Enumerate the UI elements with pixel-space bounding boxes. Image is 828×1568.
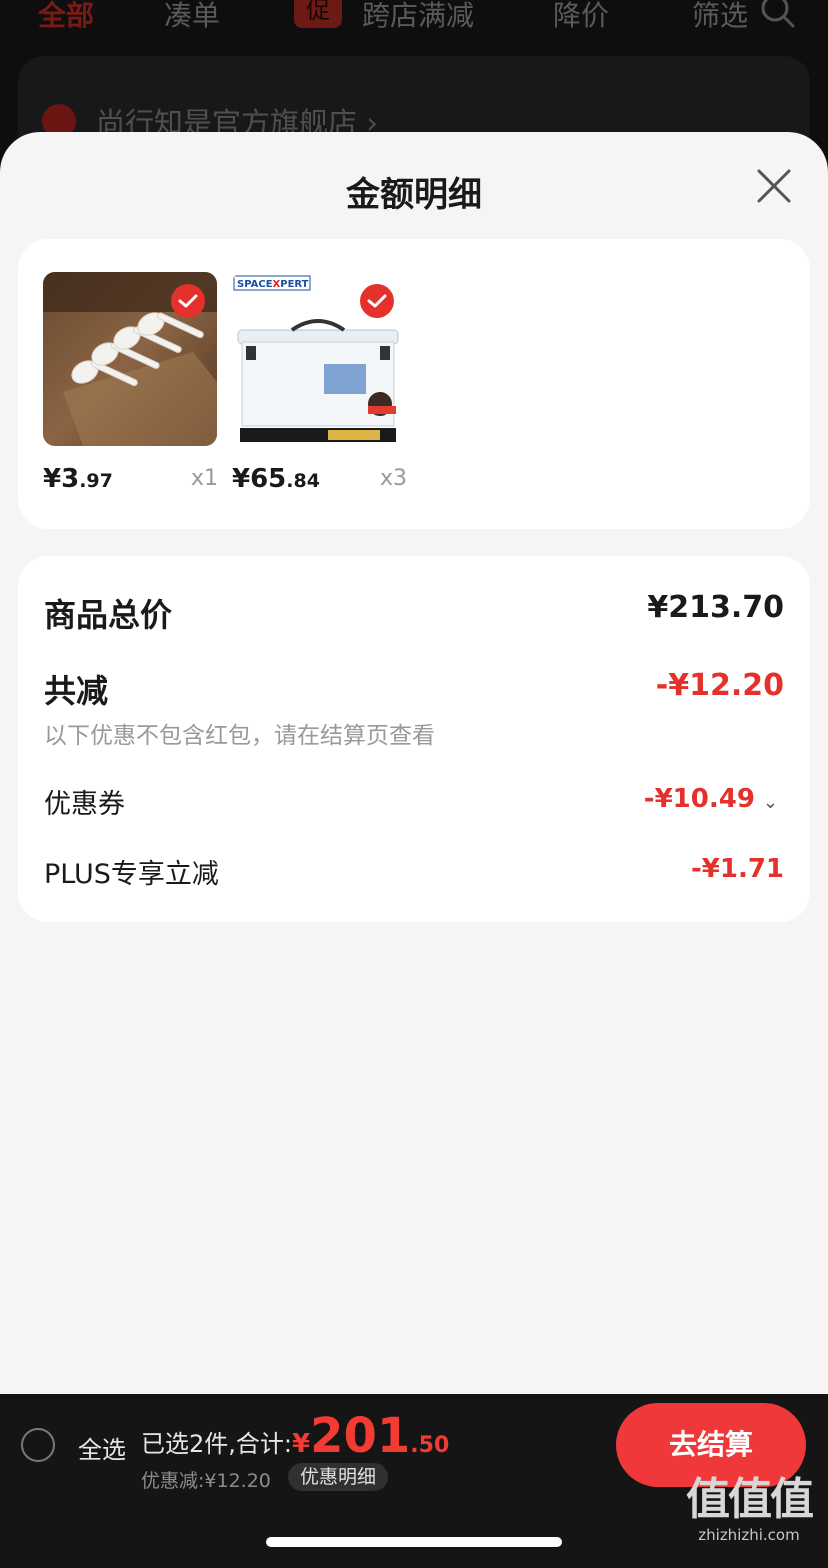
checkout-bar: 全选 已选2件,合计:¥201.50 优惠减:¥12.20 优惠明细 去结算 值…: [0, 1394, 828, 1568]
plus-discount-value: -¥1.71: [690, 854, 784, 884]
chevron-down-icon[interactable]: ⌄: [763, 792, 778, 813]
product-image-storage-box[interactable]: SPACEXPERT: [232, 272, 406, 446]
price-summary-card: 商品总价 ¥213.70 共减 -¥12.20 以下优惠不包含红包，请在结算页查…: [18, 556, 810, 922]
tab-bundle[interactable]: 凑单: [164, 0, 220, 34]
select-all-label[interactable]: 全选: [78, 1430, 126, 1465]
sheet-title: 金额明细: [346, 175, 482, 215]
reduce-value: -¥12.20: [655, 668, 784, 703]
reduce-label: 共减: [44, 672, 109, 710]
product-image-spoons[interactable]: [43, 272, 217, 446]
selected-check-icon[interactable]: [171, 284, 205, 318]
watermark-logo: 值值值: [686, 1474, 814, 1525]
total-currency: ¥: [291, 1429, 311, 1459]
discount-detail-button[interactable]: 优惠明细: [288, 1463, 389, 1491]
amount-detail-sheet: 金额明细 ¥3.97 x1 SPACEXPERT ¥65.84 x3 商品总价 …: [0, 132, 828, 1394]
tab-all[interactable]: 全部: [38, 0, 94, 34]
select-all-radio[interactable]: [21, 1428, 55, 1462]
reduce-note: 以下优惠不包含红包，请在结算页查看: [44, 723, 435, 749]
home-indicator[interactable]: [266, 1537, 562, 1547]
total-amount-decimal: .50: [410, 1433, 450, 1458]
coupon-value: -¥10.49: [643, 784, 755, 814]
total-price-label: 商品总价: [44, 596, 173, 634]
tab-filter[interactable]: 筛选: [692, 0, 748, 34]
product-quantity: x3: [379, 466, 407, 491]
total-amount-integer: 201: [310, 1408, 411, 1464]
products-card: ¥3.97 x1 SPACEXPERT ¥65.84 x3: [18, 239, 810, 529]
promo-badge: 促: [294, 0, 342, 28]
product-item[interactable]: SPACEXPERT ¥65.84 x3: [232, 272, 407, 494]
product-price: ¥65.84: [232, 464, 320, 494]
watermark-url: zhizhizhi.com: [698, 1526, 800, 1544]
tab-cross-store[interactable]: 跨店满减: [362, 0, 474, 34]
product-quantity: x1: [190, 466, 218, 491]
discount-summary: 优惠减:¥12.20: [141, 1470, 271, 1492]
coupon-row-toggle[interactable]: -¥10.49 ⌄: [644, 784, 778, 814]
selected-check-icon[interactable]: [360, 284, 394, 318]
product-item[interactable]: ¥3.97 x1: [43, 272, 218, 494]
product-price: ¥3.97: [43, 464, 113, 494]
close-icon[interactable]: [756, 168, 792, 204]
total-price-value: ¥213.70: [647, 590, 784, 625]
total-line: 已选2件,合计:¥201.50: [141, 1408, 449, 1464]
brand-logo-text: SPACEXPERT: [237, 279, 309, 290]
coupon-label: 优惠券: [44, 789, 125, 820]
tab-price-drop[interactable]: 降价: [553, 0, 609, 34]
selected-count-text: 已选2件,合计:: [141, 1430, 292, 1458]
plus-discount-label: PLUS专享立减: [44, 859, 219, 890]
search-icon[interactable]: [760, 0, 796, 30]
watermark: 值值值 zhizhizhi.com: [676, 1474, 822, 1544]
